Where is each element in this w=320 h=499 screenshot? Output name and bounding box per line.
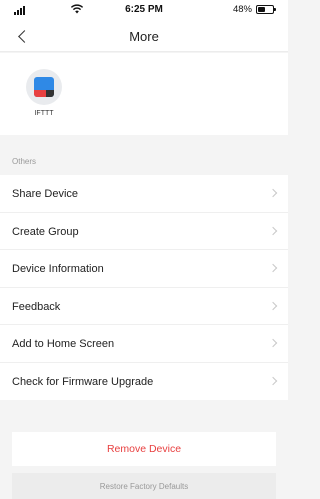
remove-device-button[interactable]: Remove Device bbox=[12, 432, 276, 466]
chevron-right-icon bbox=[268, 226, 278, 235]
menu-item-label: Add to Home Screen bbox=[12, 338, 115, 350]
navigation-bar: More bbox=[0, 20, 288, 52]
menu-item-label: Device Information bbox=[12, 263, 104, 275]
chevron-right-icon bbox=[268, 376, 278, 385]
ifttt-logo-icon bbox=[26, 69, 62, 105]
battery-icon bbox=[256, 5, 276, 14]
app-label: IFTTT bbox=[34, 110, 54, 117]
section-title: Others bbox=[12, 157, 37, 166]
settings-menu: Share Device Create Group Device Informa… bbox=[0, 175, 288, 400]
menu-item-device-information[interactable]: Device Information bbox=[0, 250, 288, 288]
page-title: More bbox=[129, 29, 159, 44]
menu-item-add-to-home-screen[interactable]: Add to Home Screen bbox=[0, 325, 288, 363]
chevron-right-icon bbox=[268, 301, 278, 310]
menu-item-label: Create Group bbox=[12, 225, 79, 238]
section-header: Others bbox=[0, 147, 288, 175]
restore-factory-defaults-button[interactable]: Restore Factory Defaults bbox=[12, 473, 276, 499]
chevron-right-icon bbox=[268, 188, 278, 198]
menu-item-label: Feedback bbox=[12, 300, 61, 313]
menu-item-feedback[interactable]: Feedback bbox=[0, 288, 288, 325]
app-tile-ifttt[interactable]: IFTTT bbox=[20, 67, 76, 131]
menu-item-share-device[interactable]: Share Device bbox=[0, 175, 288, 213]
restore-factory-defaults-label: Restore Factory Defaults bbox=[99, 481, 189, 491]
menu-item-firmware-upgrade[interactable]: Check for Firmware Upgrade bbox=[0, 363, 288, 401]
chevron-right-icon bbox=[268, 338, 278, 348]
menu-item-create-group[interactable]: Create Group bbox=[0, 213, 288, 250]
remove-device-label: Remove Device bbox=[106, 443, 182, 455]
battery-percent: 48% bbox=[232, 4, 252, 15]
menu-item-label: Check for Firmware Upgrade bbox=[12, 375, 154, 388]
status-bar: 6:25 PM 48% bbox=[0, 0, 288, 20]
chevron-right-icon bbox=[268, 263, 278, 273]
linked-apps: IFTTT bbox=[0, 53, 288, 135]
menu-item-label: Share Device bbox=[12, 188, 79, 200]
